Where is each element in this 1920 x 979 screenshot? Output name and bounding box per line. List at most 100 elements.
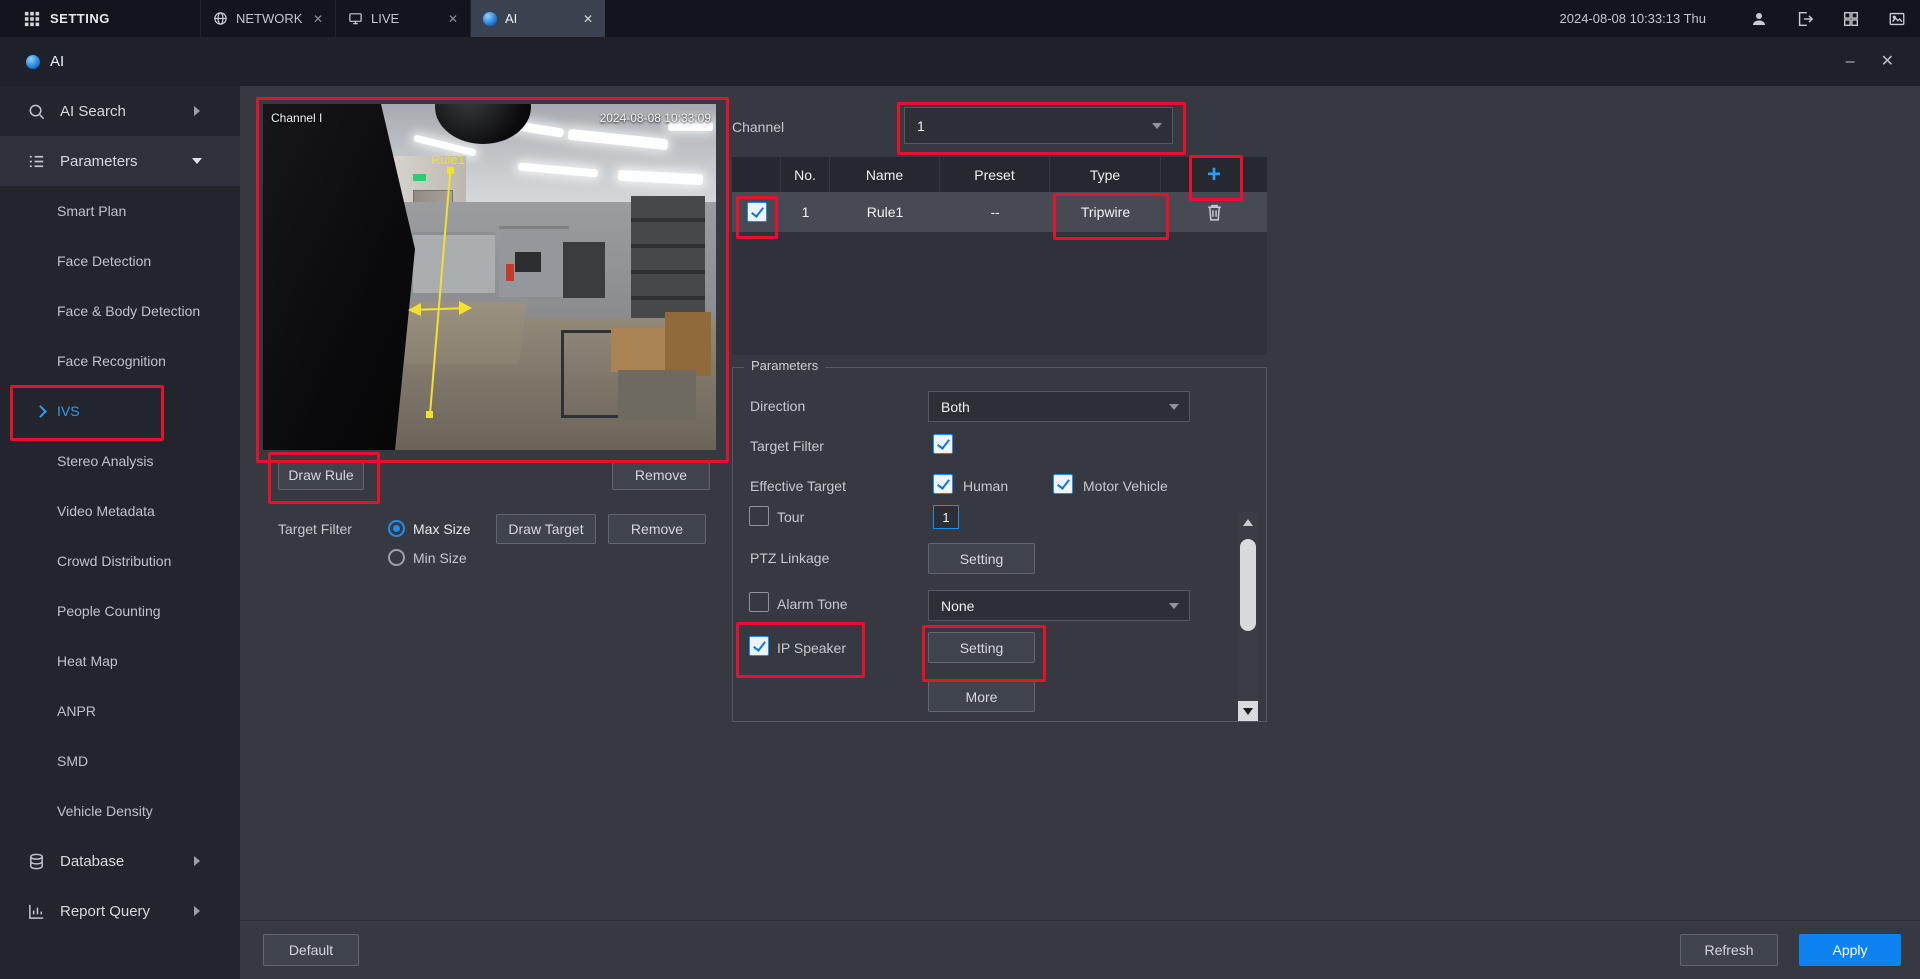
scroll-up-icon[interactable] bbox=[1238, 512, 1258, 532]
delete-icon[interactable] bbox=[1206, 203, 1223, 222]
osd-channel-label: Channel I bbox=[271, 111, 322, 125]
ptz-setting-button[interactable]: Setting bbox=[928, 543, 1035, 574]
tripwire-rule-overlay[interactable]: Rule1 bbox=[263, 104, 716, 450]
rule-row-checkbox[interactable] bbox=[747, 202, 767, 222]
minimize-button[interactable]: – bbox=[1846, 54, 1855, 70]
close-tab-icon[interactable]: ✕ bbox=[448, 13, 458, 25]
sidebar-item-face-recognition[interactable]: Face Recognition bbox=[0, 336, 240, 386]
setting-label: SETTING bbox=[50, 11, 110, 26]
sidebar-item-smd[interactable]: SMD bbox=[0, 736, 240, 786]
default-button[interactable]: Default bbox=[263, 934, 359, 966]
sidebar-item-smart-plan[interactable]: Smart Plan bbox=[0, 186, 240, 236]
sidebar-item-stereo-analysis[interactable]: Stereo Analysis bbox=[0, 436, 240, 486]
ip-speaker-label: IP Speaker bbox=[777, 640, 846, 656]
direction-dropdown[interactable]: Both bbox=[928, 391, 1190, 422]
sidebar-item-label: Parameters bbox=[60, 153, 138, 170]
window-titlebar: AI – ✕ bbox=[0, 37, 1920, 86]
image-icon bbox=[1888, 10, 1906, 28]
window-title: AI bbox=[50, 53, 64, 70]
scrollbar-thumb[interactable] bbox=[1240, 539, 1256, 631]
close-window-button[interactable]: ✕ bbox=[1881, 54, 1894, 70]
network-globe-icon bbox=[213, 11, 228, 26]
target-filter-param-label: Target Filter bbox=[750, 438, 824, 454]
sidebar-item-face-detection[interactable]: Face Detection bbox=[0, 236, 240, 286]
remove-target-button[interactable]: Remove bbox=[608, 514, 706, 544]
sidebar-item-people-counting[interactable]: People Counting bbox=[0, 586, 240, 636]
alarm-tone-dropdown[interactable]: None bbox=[928, 590, 1190, 621]
max-size-radio[interactable] bbox=[388, 520, 405, 537]
sidebar-item-face-body-detection[interactable]: Face & Body Detection bbox=[0, 286, 240, 336]
alarm-tone-value: None bbox=[941, 598, 974, 614]
tab-label: LIVE bbox=[371, 11, 399, 26]
system-datetime: 2024-08-08 10:33:13 Thu bbox=[1560, 0, 1737, 37]
draw-target-button[interactable]: Draw Target bbox=[496, 514, 596, 544]
motor-vehicle-label: Motor Vehicle bbox=[1083, 478, 1168, 494]
direction-label: Direction bbox=[750, 398, 805, 414]
channel-label: Channel bbox=[732, 119, 784, 135]
groupbox-label: Parameters bbox=[744, 358, 825, 373]
rules-table: No. Name Preset Type + 1 Rule1 -- Tripwi… bbox=[732, 157, 1267, 355]
chevron-down-icon bbox=[1169, 404, 1179, 410]
chevron-down-icon bbox=[192, 158, 202, 164]
parameters-scrollbar[interactable] bbox=[1238, 512, 1258, 721]
sidebar-item-report-query[interactable]: Report Query bbox=[0, 886, 240, 936]
tour-checkbox[interactable] bbox=[749, 506, 769, 526]
sidebar-item-crowd-distribution[interactable]: Crowd Distribution bbox=[0, 536, 240, 586]
column-header-no: No. bbox=[781, 157, 830, 192]
close-tab-icon[interactable]: ✕ bbox=[313, 13, 323, 25]
channel-grid-button[interactable] bbox=[1828, 0, 1874, 37]
add-rule-button[interactable]: + bbox=[1201, 162, 1227, 188]
target-filter-checkbox[interactable] bbox=[933, 434, 953, 454]
tab-label: AI bbox=[505, 11, 517, 26]
remove-rule-button[interactable]: Remove bbox=[612, 460, 710, 490]
table-row[interactable]: 1 Rule1 -- Tripwire bbox=[732, 192, 1267, 232]
sidebar-item-label: Heat Map bbox=[57, 653, 118, 669]
ip-speaker-checkbox[interactable] bbox=[749, 636, 769, 656]
refresh-button[interactable]: Refresh bbox=[1680, 934, 1778, 966]
grid-icon bbox=[1842, 10, 1860, 28]
ai-search-icon bbox=[27, 102, 46, 121]
sidebar-item-database[interactable]: Database bbox=[0, 836, 240, 886]
ip-speaker-setting-button[interactable]: Setting bbox=[928, 632, 1035, 663]
column-header-name: Name bbox=[830, 157, 940, 192]
chevron-right-icon bbox=[194, 106, 200, 116]
rule-preset-cell: -- bbox=[940, 192, 1050, 232]
min-size-radio[interactable] bbox=[388, 549, 405, 566]
sidebar-item-label: Stereo Analysis bbox=[57, 453, 154, 469]
setting-home-button[interactable]: SETTING bbox=[0, 0, 200, 37]
display-output-button[interactable] bbox=[1874, 0, 1920, 37]
column-header-type: Type bbox=[1050, 157, 1161, 192]
report-chart-icon bbox=[27, 902, 46, 921]
tour-value-input[interactable]: 1 bbox=[933, 505, 959, 529]
sidebar-item-label: Vehicle Density bbox=[57, 803, 153, 819]
sidebar-item-label: People Counting bbox=[57, 603, 161, 619]
scroll-down-icon[interactable] bbox=[1238, 701, 1258, 721]
table-empty-body bbox=[732, 232, 1267, 355]
sidebar-item-vehicle-density[interactable]: Vehicle Density bbox=[0, 786, 240, 836]
apply-button[interactable]: Apply bbox=[1799, 934, 1901, 966]
sidebar-item-parameters[interactable]: Parameters bbox=[0, 136, 240, 186]
logout-button[interactable] bbox=[1782, 0, 1828, 37]
tab-live[interactable]: LIVE ✕ bbox=[335, 0, 470, 37]
ai-sphere-icon bbox=[26, 55, 40, 69]
parameters-list-icon bbox=[27, 152, 46, 171]
close-tab-icon[interactable]: ✕ bbox=[583, 13, 593, 25]
video-preview[interactable]: Rule1 Channel I 2024-08-08 10:33:09 bbox=[263, 104, 716, 450]
tab-network[interactable]: NETWORK ✕ bbox=[200, 0, 335, 37]
min-size-label: Min Size bbox=[413, 550, 467, 566]
channel-dropdown[interactable]: 1 bbox=[904, 107, 1173, 144]
sidebar-item-label: Crowd Distribution bbox=[57, 553, 171, 569]
human-checkbox[interactable] bbox=[933, 474, 953, 494]
alarm-tone-label: Alarm Tone bbox=[777, 596, 848, 612]
motor-vehicle-checkbox[interactable] bbox=[1053, 474, 1073, 494]
tab-ai[interactable]: AI ✕ bbox=[470, 0, 605, 37]
sidebar-item-heat-map[interactable]: Heat Map bbox=[0, 636, 240, 686]
more-button[interactable]: More bbox=[928, 681, 1035, 712]
sidebar-item-ai-search[interactable]: AI Search bbox=[0, 86, 240, 136]
sidebar-item-ivs[interactable]: IVS bbox=[0, 386, 240, 436]
alarm-tone-checkbox[interactable] bbox=[749, 592, 769, 612]
sidebar-item-video-metadata[interactable]: Video Metadata bbox=[0, 486, 240, 536]
draw-rule-button[interactable]: Draw Rule bbox=[278, 460, 364, 490]
user-account-button[interactable] bbox=[1736, 0, 1782, 37]
sidebar-item-anpr[interactable]: ANPR bbox=[0, 686, 240, 736]
